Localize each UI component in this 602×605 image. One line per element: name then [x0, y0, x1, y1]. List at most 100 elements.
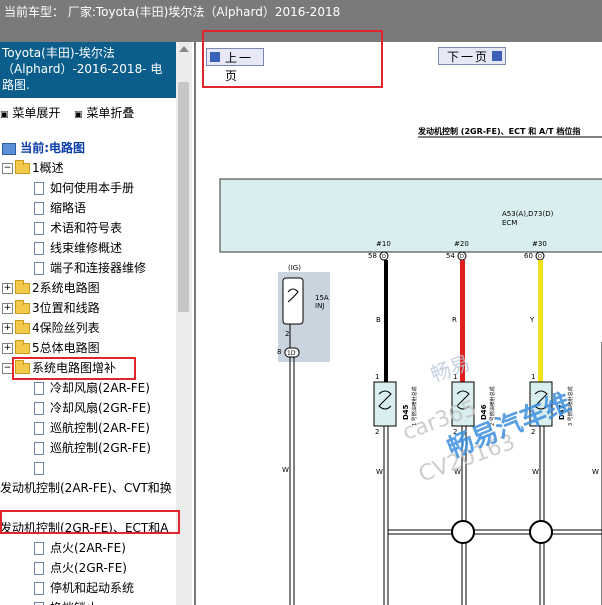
- tree-item[interactable]: 停机和起动系统: [34, 578, 134, 598]
- tree-label: 4保险丝列表: [32, 321, 100, 335]
- tree-item[interactable]: 点火(2AR-FE): [34, 538, 126, 558]
- highlight-nav: [202, 30, 383, 88]
- pin-letter: D: [382, 254, 386, 260]
- collapse-all-button[interactable]: ▣ 菜单折叠: [74, 104, 134, 121]
- fuse-icon: [282, 277, 304, 325]
- tree-folder[interactable]: +5总体电路图: [2, 338, 100, 358]
- tree-item[interactable]: 如何使用本手册: [34, 178, 134, 198]
- tree-item[interactable]: 冷却风扇(2GR-FE): [34, 398, 151, 418]
- tree-label: 点火(2GR-FE): [50, 561, 127, 575]
- wire-w-label: W: [592, 468, 599, 476]
- connector-1d-label: 1D: [287, 350, 296, 357]
- expand-all-label: 菜单展开: [12, 106, 61, 120]
- fuse-name: INJ: [315, 302, 324, 310]
- tree-item[interactable]: [34, 458, 50, 478]
- tree-label: 2系统电路图: [32, 281, 100, 295]
- tree-item[interactable]: 点火(2GR-FE): [34, 558, 127, 578]
- page-icon: [34, 542, 44, 555]
- page-icon: [34, 442, 44, 455]
- vehicle-title: 当前车型： 厂家:Toyota(丰田)埃尔法（Alphard）2016-2018: [4, 5, 341, 19]
- expand-node-icon[interactable]: +: [2, 323, 13, 334]
- tree-label: 缩略语: [50, 201, 87, 215]
- pin-letter: D: [538, 254, 542, 260]
- diagram-title: 发动机控制 (2GR-FE)、ECT 和 A/T 档位指: [417, 126, 580, 136]
- tree-item[interactable]: 巡航控制(2AR-FE): [34, 418, 150, 438]
- pin-letter: D: [460, 254, 464, 260]
- scroll-up-arrow-icon[interactable]: [179, 46, 189, 52]
- current-location[interactable]: 当前:电路图: [2, 138, 85, 158]
- folder-icon: [15, 300, 30, 314]
- computer-icon: [2, 142, 16, 155]
- scroll-thumb[interactable]: [178, 82, 189, 312]
- injector-box: [373, 381, 397, 427]
- yellow-wire: [538, 260, 543, 382]
- collapse-all-label: 菜单折叠: [86, 106, 135, 120]
- page-icon: [34, 202, 44, 215]
- watermark-1: 畅易: [428, 350, 474, 386]
- tree-label: 如何使用本手册: [50, 181, 135, 195]
- splice-point-1: [451, 520, 475, 544]
- highlight-folder: [12, 357, 136, 380]
- pin-label: #20: [454, 240, 469, 248]
- fuse-rating: 15A: [315, 294, 329, 302]
- expand-all-button[interactable]: ▣ 菜单展开: [0, 104, 60, 121]
- tree-folder[interactable]: +2系统电路图: [2, 278, 100, 298]
- pin-number: 60: [524, 252, 533, 260]
- page-icon: [34, 182, 44, 195]
- pin-label: #10: [376, 240, 391, 248]
- tree-item[interactable]: 发动机控制(2AR-FE)、CVT和换: [0, 478, 172, 498]
- tree-item[interactable]: 线束维修概述: [34, 238, 122, 258]
- tree-label: 5总体电路图: [32, 341, 100, 355]
- tree-item[interactable]: 缩略语: [34, 198, 86, 218]
- wire-w-label: W: [532, 468, 539, 476]
- page-icon: [34, 262, 44, 275]
- tree-label: 巡航控制(2GR-FE): [50, 441, 151, 455]
- splice-point-2: [529, 520, 553, 544]
- wire-color-b: B: [376, 316, 381, 324]
- page-icon: [34, 222, 44, 235]
- ecm-label-2: ECM: [502, 219, 517, 227]
- tree-folder[interactable]: +4保险丝列表: [2, 318, 100, 338]
- expand-node-icon[interactable]: +: [2, 303, 13, 314]
- highlight-item: [0, 510, 180, 534]
- ecm-label-1: A53(A),D73(D): [502, 210, 554, 218]
- folder-icon: [15, 280, 30, 294]
- expand-node-icon[interactable]: +: [2, 343, 13, 354]
- page-icon: [34, 242, 44, 255]
- tree-label: 3位置和线路: [32, 301, 100, 315]
- tree-label: 换档锁止: [50, 601, 98, 605]
- wire-w-label: W: [376, 468, 383, 476]
- injector-id: D46: [480, 404, 488, 420]
- injector-pin: 1: [531, 373, 535, 381]
- tree-label: 冷却风扇(2GR-FE): [50, 401, 151, 415]
- tree-item[interactable]: 巡航控制(2GR-FE): [34, 438, 151, 458]
- pin-number: 58: [368, 252, 377, 260]
- tree-label: 发动机控制(2AR-FE)、CVT和换: [0, 481, 172, 495]
- pin-label: #30: [532, 240, 547, 248]
- tree-label: 巡航控制(2AR-FE): [50, 421, 150, 435]
- tree-label: 端子和连接器维修: [50, 261, 147, 275]
- tree-item[interactable]: 术语和符号表: [34, 218, 122, 238]
- tree-folder[interactable]: +3位置和线路: [2, 298, 100, 318]
- fuse-pin-2: 2: [285, 330, 289, 338]
- folder-icon: [15, 340, 30, 354]
- tree-label: 线束维修概述: [50, 241, 123, 255]
- tree-label: 点火(2AR-FE): [50, 541, 126, 555]
- tree-label: 术语和符号表: [50, 221, 123, 235]
- fuse-pin-8: 8: [277, 348, 281, 356]
- injector-id: D45: [402, 404, 410, 420]
- wiring-diagram: 发动机控制 (2GR-FE)、ECT 和 A/T 档位指 A53(A),D73(…: [219, 126, 602, 605]
- page-icon: [34, 422, 44, 435]
- collapse-node-icon[interactable]: −: [2, 163, 13, 174]
- tree-label: 冷却风扇(2AR-FE): [50, 381, 150, 395]
- tree-item[interactable]: 端子和连接器维修: [34, 258, 146, 278]
- page-icon: [34, 562, 44, 575]
- tree-item[interactable]: 换档锁止: [34, 598, 98, 605]
- tree-folder[interactable]: − 1概述: [2, 158, 64, 178]
- expand-icon: ▣: [0, 110, 9, 120]
- tree-item[interactable]: 冷却风扇(2AR-FE): [34, 378, 150, 398]
- page-icon: [34, 462, 44, 475]
- expand-node-icon[interactable]: +: [2, 283, 13, 294]
- injector-pin-2: 2: [375, 428, 379, 436]
- ig-label: (IG): [288, 264, 301, 272]
